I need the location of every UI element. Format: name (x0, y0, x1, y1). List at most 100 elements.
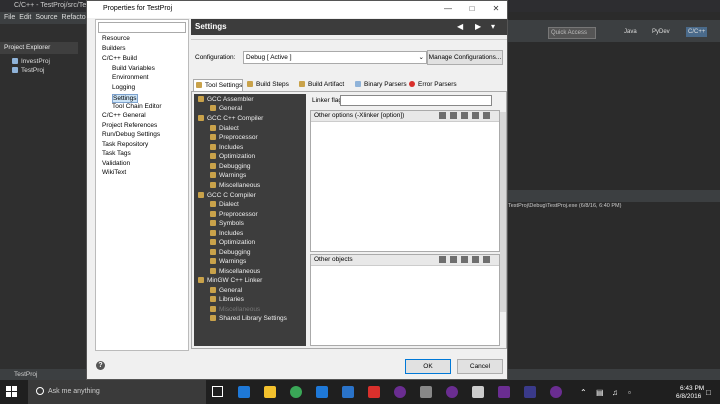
nav-build-variables[interactable]: Build Variables (112, 65, 155, 72)
store-icon[interactable] (316, 386, 328, 398)
tree-gcc-c-compiler[interactable]: GCC C Compiler (198, 192, 256, 199)
nav-project-references[interactable]: Project References (102, 122, 157, 129)
tree-gcc-cpp-compiler[interactable]: GCC C++ Compiler (198, 115, 263, 122)
task-view-icon[interactable] (212, 386, 223, 397)
help-icon[interactable]: ? (96, 361, 105, 370)
maximize-icon[interactable]: □ (463, 3, 481, 15)
terminal-icon[interactable] (420, 386, 432, 398)
language-icon[interactable]: ▫ (628, 388, 631, 397)
nav-run-debug-settings[interactable]: Run/Debug Settings (102, 131, 160, 138)
cancel-button[interactable]: Cancel (457, 359, 503, 374)
nav-tool-chain-editor[interactable]: Tool Chain Editor (112, 103, 162, 110)
configuration-select[interactable]: Debug [ Active ] ⌄ (243, 51, 427, 64)
nav-cpp-build[interactable]: C/C++ Build (102, 55, 137, 62)
perspective-cpp[interactable]: C/C++ (686, 27, 708, 37)
tree-c-warnings[interactable]: Warnings (210, 258, 246, 265)
tree-linker-miscellaneous[interactable]: Miscellaneous (210, 306, 260, 313)
other-options-list[interactable]: Other options (-Xlinker [option]) (310, 110, 500, 252)
visual-studio-icon[interactable] (498, 386, 510, 398)
perspective-java[interactable]: Java (624, 27, 637, 37)
nav-logging[interactable]: Logging (112, 84, 135, 91)
menu-icon[interactable]: ▾ (491, 22, 495, 31)
file-explorer-icon[interactable] (264, 386, 276, 398)
calculator-icon[interactable] (472, 386, 484, 398)
tree-gcc-assembler[interactable]: GCC Assembler (198, 96, 254, 103)
notifications-icon[interactable]: □ (706, 388, 711, 397)
project-investproj[interactable]: InvestProj (12, 58, 50, 65)
tree-shared-library-settings[interactable]: Shared Library Settings (210, 315, 287, 322)
tree-c-preprocessor[interactable]: Preprocessor (210, 211, 258, 218)
close-icon[interactable]: ✕ (487, 3, 505, 15)
nav-environment[interactable]: Environment (112, 74, 149, 81)
edge-icon[interactable] (238, 386, 250, 398)
nav-cpp-general[interactable]: C/C++ General (102, 112, 146, 119)
tree-linker-libraries[interactable]: Libraries (210, 296, 244, 303)
tab-build-steps[interactable]: Build Steps (245, 79, 289, 91)
tray-arrow-icon[interactable]: ⌃ (580, 388, 587, 397)
filter-input[interactable] (98, 22, 186, 33)
back-arrow-icon[interactable]: ◀ (457, 22, 463, 31)
taskbar-search[interactable]: Ask me anything (28, 380, 206, 404)
clock-date[interactable]: 6/8/2016 (676, 393, 701, 400)
other-objects-list[interactable]: Other objects (310, 254, 500, 346)
app-icon[interactable] (524, 386, 536, 398)
menu-file[interactable]: File (4, 14, 15, 21)
tree-cpp-preprocessor[interactable]: Preprocessor (210, 134, 258, 141)
tree-c-optimization[interactable]: Optimization (210, 239, 255, 246)
menu-source[interactable]: Source (35, 14, 57, 21)
windows-start-icon[interactable] (6, 386, 18, 398)
nav-task-tags[interactable]: Task Tags (102, 150, 131, 157)
perspective-pydev[interactable]: PyDev (652, 27, 670, 37)
linker-flags-input[interactable] (340, 95, 492, 106)
add-icon[interactable] (439, 112, 446, 119)
quick-access-input[interactable]: Quick Access (548, 27, 596, 39)
eclipse-icon[interactable] (550, 386, 562, 398)
tree-mingw-linker[interactable]: MinGW C++ Linker (198, 277, 262, 284)
ok-button[interactable]: OK (405, 359, 451, 374)
tab-build-artifact[interactable]: Build Artifact (297, 79, 344, 91)
tree-linker-general[interactable]: General (210, 287, 242, 294)
tree-cpp-dialect[interactable]: Dialect (210, 125, 239, 132)
add-icon[interactable] (439, 256, 446, 263)
eclipse-icon[interactable] (394, 386, 406, 398)
move-up-icon[interactable] (472, 256, 479, 263)
delete-icon[interactable] (450, 112, 457, 119)
nav-wikitext[interactable]: WikiText (102, 169, 126, 176)
eclipse-icon[interactable] (446, 386, 458, 398)
tree-asm-general[interactable]: General (210, 105, 242, 112)
vertical-scrollbar[interactable] (500, 112, 506, 312)
move-up-icon[interactable] (472, 112, 479, 119)
tree-c-dialect[interactable]: Dialect (210, 201, 239, 208)
tree-cpp-warnings[interactable]: Warnings (210, 172, 246, 179)
move-down-icon[interactable] (483, 112, 490, 119)
tree-c-debugging[interactable]: Debugging (210, 249, 250, 256)
tree-cpp-miscellaneous[interactable]: Miscellaneous (210, 182, 260, 189)
nav-settings[interactable]: Settings (112, 94, 138, 103)
minimize-icon[interactable]: — (439, 3, 457, 15)
nav-task-repository[interactable]: Task Repository (102, 141, 148, 148)
tab-error-parsers[interactable]: Error Parsers (407, 79, 457, 91)
tree-c-includes[interactable]: Includes (210, 230, 243, 237)
project-explorer-tab[interactable]: Project Explorer (0, 42, 78, 54)
forward-arrow-icon[interactable]: ▶ (475, 22, 481, 31)
clock-time[interactable]: 6:43 PM (680, 385, 704, 392)
edit-icon[interactable] (461, 256, 468, 263)
tab-binary-parsers[interactable]: Binary Parsers (353, 79, 407, 91)
menu-edit[interactable]: Edit (19, 14, 31, 21)
app-icon[interactable] (368, 386, 380, 398)
nav-validation[interactable]: Validation (102, 160, 130, 167)
network-icon[interactable]: ▤ (596, 388, 604, 397)
volume-icon[interactable]: ♫ (612, 388, 618, 397)
delete-icon[interactable] (450, 256, 457, 263)
tree-cpp-includes[interactable]: Includes (210, 144, 243, 151)
menu-refactor[interactable]: Refacto (62, 14, 86, 21)
tree-cpp-optimization[interactable]: Optimization (210, 153, 255, 160)
mail-icon[interactable] (342, 386, 354, 398)
nav-resource[interactable]: Resource (102, 35, 130, 42)
edit-icon[interactable] (461, 112, 468, 119)
move-down-icon[interactable] (483, 256, 490, 263)
nav-builders[interactable]: Builders (102, 45, 125, 52)
chrome-icon[interactable] (290, 386, 302, 398)
tree-cpp-debugging[interactable]: Debugging (210, 163, 250, 170)
tree-c-symbols[interactable]: Symbols (210, 220, 244, 227)
